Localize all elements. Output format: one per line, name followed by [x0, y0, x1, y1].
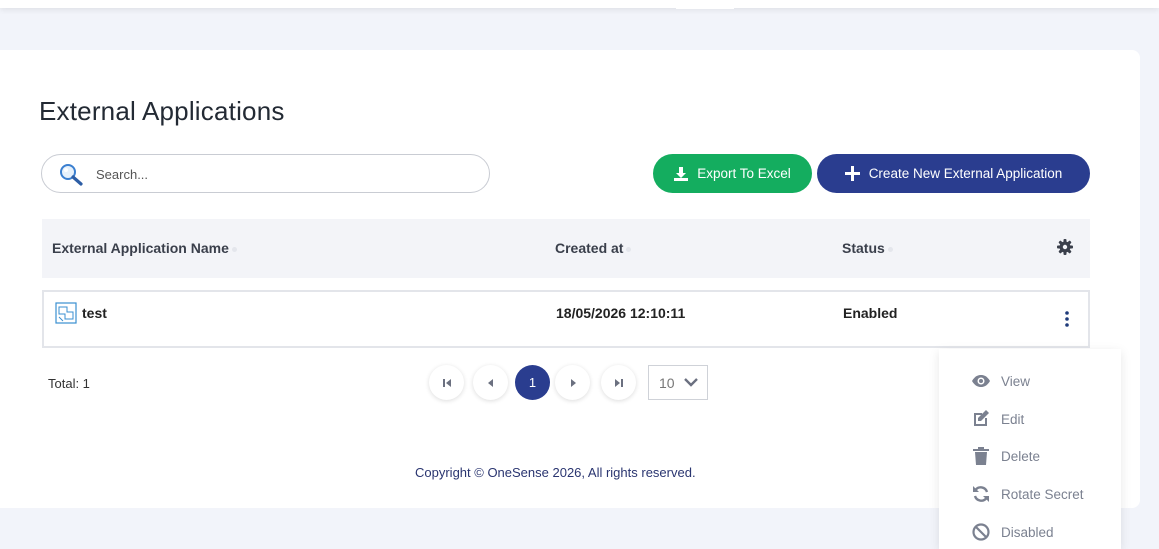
column-header-created-at[interactable]: Created at	[555, 240, 632, 256]
copyright-text: Copyright © OneSense 2026, All rights re…	[415, 465, 696, 480]
plus-icon	[844, 166, 860, 181]
next-page-button[interactable]	[555, 365, 590, 400]
search-icon	[60, 164, 83, 186]
create-external-application-button[interactable]: Create New External Application	[817, 154, 1090, 193]
rotate-icon	[973, 486, 989, 502]
cell-status: Enabled	[843, 305, 898, 321]
column-header-name[interactable]: External Application Name	[52, 240, 237, 256]
export-to-excel-button[interactable]: Export To Excel	[653, 154, 812, 193]
table-header: External Application Name Created at Sta…	[42, 219, 1090, 278]
table-row[interactable]: test 18/05/2026 12:10:11 Enabled	[42, 290, 1090, 348]
previous-page-icon	[487, 378, 493, 387]
previous-page-button[interactable]	[473, 365, 508, 400]
next-page-icon	[570, 378, 576, 387]
first-page-icon	[442, 378, 451, 387]
trash-icon	[973, 447, 989, 465]
menu-item-disabled[interactable]: Disabled	[971, 520, 1054, 544]
menu-item-label: Rotate Secret	[1001, 486, 1084, 502]
export-button-label: Export To Excel	[697, 166, 791, 181]
sort-indicator-icon	[626, 246, 632, 252]
sort-indicator-icon	[231, 246, 237, 252]
gear-icon[interactable]	[1057, 239, 1073, 255]
menu-item-label: View	[1001, 373, 1031, 389]
menu-item-label: Disabled	[1001, 524, 1054, 540]
first-page-button[interactable]	[429, 365, 464, 400]
last-page-button[interactable]	[601, 365, 636, 400]
create-button-label: Create New External Application	[868, 166, 1063, 181]
ban-icon	[972, 523, 990, 541]
edit-icon	[974, 410, 989, 426]
sort-indicator-icon	[887, 246, 893, 252]
chevron-down-icon	[684, 378, 698, 387]
cell-application-name: test	[82, 305, 107, 321]
menu-item-view[interactable]: View	[971, 369, 1030, 393]
top-header-bar	[0, 0, 1159, 9]
page-title: External Applications	[39, 96, 285, 126]
application-icon	[55, 302, 77, 324]
cell-created-at: 18/05/2026 12:10:11	[556, 305, 686, 321]
page-size-value: 10	[659, 374, 675, 391]
header-tab-notch	[676, 6, 734, 9]
last-page-icon	[614, 378, 623, 387]
menu-item-rotate-secret[interactable]: Rotate Secret	[971, 482, 1084, 506]
search-input[interactable]	[96, 163, 466, 185]
download-icon	[674, 166, 689, 181]
menu-item-label: Edit	[1001, 411, 1025, 427]
menu-item-edit[interactable]: Edit	[971, 407, 1024, 431]
row-actions-menu: View Edit Delete Rotate Secret Disabled	[939, 349, 1121, 549]
column-header-status[interactable]: Status	[842, 240, 893, 256]
more-actions-icon[interactable]	[1062, 310, 1072, 328]
menu-item-label: Delete	[1001, 448, 1041, 464]
eye-icon	[972, 375, 990, 387]
page-button-current[interactable]: 1	[515, 365, 550, 400]
total-count: Total: 1	[48, 376, 90, 391]
menu-item-delete[interactable]: Delete	[971, 444, 1040, 468]
page-size-select[interactable]: 10	[648, 365, 708, 400]
search-box[interactable]	[41, 154, 490, 193]
